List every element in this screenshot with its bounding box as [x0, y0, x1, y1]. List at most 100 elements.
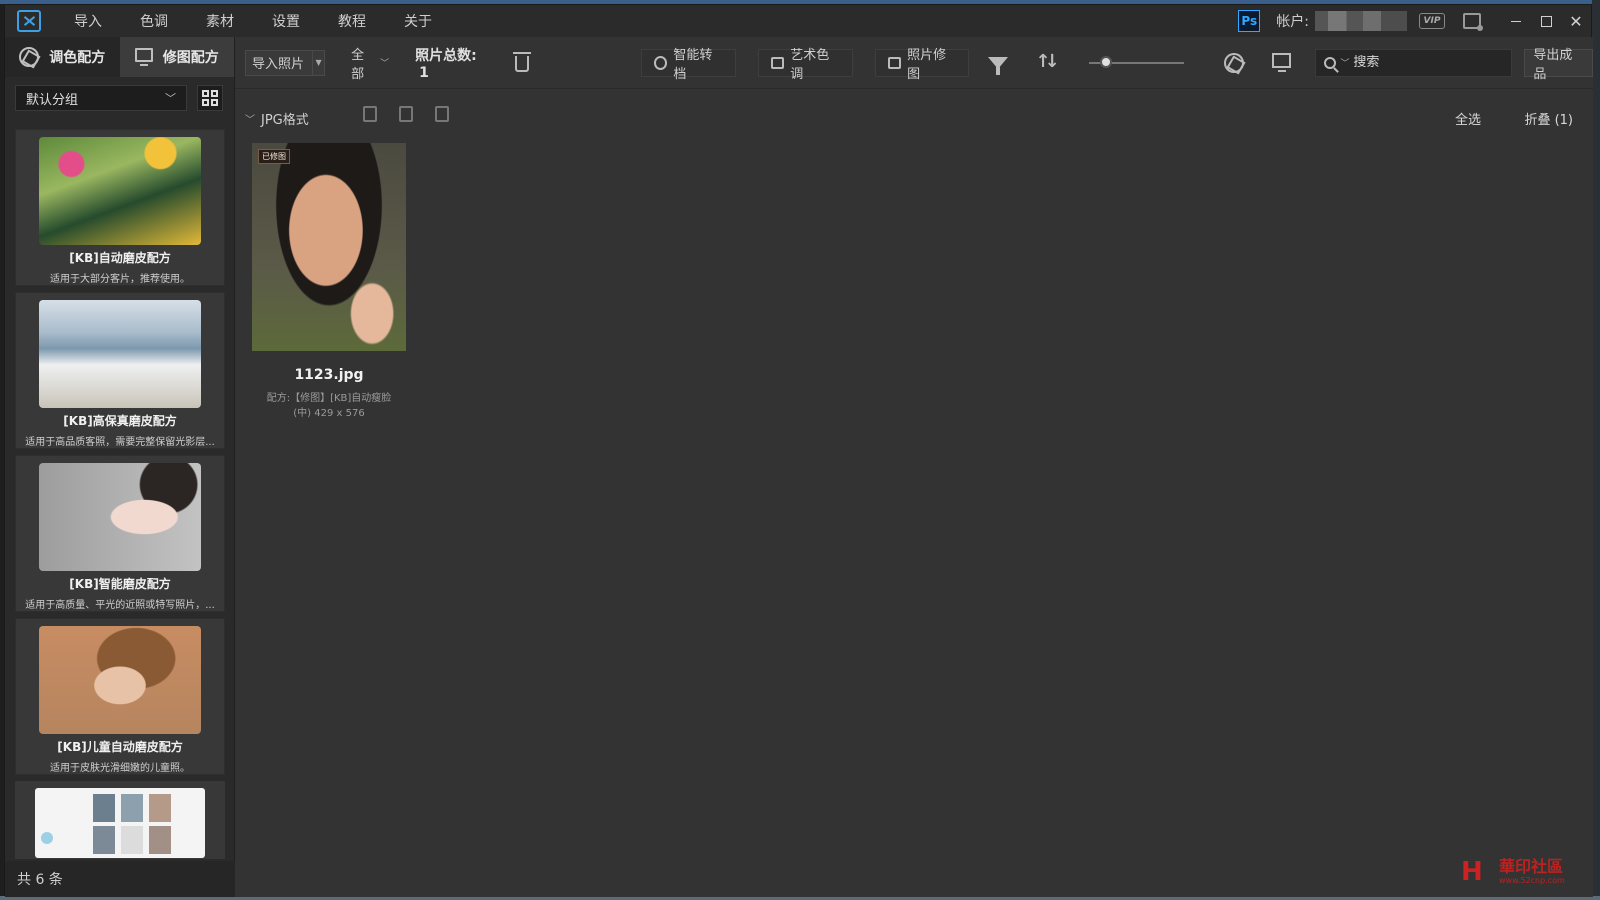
group-title: JPG格式: [261, 113, 309, 128]
photo-dimensions: (中) 429 x 576: [293, 408, 365, 419]
delete-icon[interactable]: [435, 106, 449, 122]
filter-all-label: 全部: [351, 47, 365, 82]
chevron-down-icon[interactable]: ﹀: [245, 111, 255, 126]
import-photos-label: 导入照片: [252, 57, 305, 72]
photo-card[interactable]: 已修图 1123.jpg 配方:【修图】[KB]自动瘦脸 (中) 429 x 5…: [252, 143, 406, 421]
smart-convert-icon: [653, 55, 668, 70]
maximize-button[interactable]: [1531, 5, 1561, 37]
photo-grid-area: ﹀ JPG格式 全选 折叠 (1) 已修图 1123.jpg 配方:【修图】[K…: [235, 89, 1593, 897]
search-input[interactable]: [1353, 55, 1504, 70]
preset-card[interactable]: [KB]自动磨皮配方 适用于大部分客片，推荐使用。: [15, 129, 225, 286]
site-watermark: H 華印社區 www.52cnp.com: [1461, 855, 1585, 889]
preset-desc: 适用于高质量、平光的近照或特写照片，...: [25, 600, 215, 611]
group-tools: [363, 106, 449, 122]
preset-card[interactable]: [KB]智能磨皮配方 适用于高质量、平光的近照或特写照片，...: [15, 455, 225, 612]
filter-all-dropdown[interactable]: 全部 ﹀: [351, 44, 389, 82]
group-header[interactable]: ﹀ JPG格式: [245, 109, 309, 128]
preset-name: [KB]自动磨皮配方: [69, 251, 171, 265]
group-row: 默认分组 ﹀: [5, 77, 234, 111]
minimize-button[interactable]: [1501, 5, 1531, 37]
preset-desc: 适用于大部分客片，推荐使用。: [50, 274, 190, 285]
title-bar: 导入 色调 素材 设置 教程 关于 Ps 帐户: VIP ✕: [5, 5, 1591, 37]
export-icon[interactable]: [399, 106, 413, 122]
photo-total: 照片总数: 1: [415, 45, 493, 81]
preset-card[interactable]: [KB]儿童自动磨皮配方 适用于皮肤光滑细嫩的儿童照。: [15, 618, 225, 775]
group-select[interactable]: 默认分组 ﹀: [15, 85, 187, 111]
preset-name: [KB]高保真磨皮配方: [63, 414, 177, 428]
preset-card[interactable]: [KB]高保真磨皮配方 适用于高品质客照，需要完整保留光影层...: [15, 292, 225, 449]
dropdown-arrow-icon[interactable]: ▼: [312, 50, 324, 75]
preset-thumbnail: [39, 137, 201, 245]
preset-sidebar: 调色配方 修图配方 默认分组 ﹀ [KB]自动磨皮配方 适用于大部分客片，推荐使…: [5, 37, 235, 897]
watermark-url: www.52cnp.com: [1499, 876, 1565, 885]
preset-card-partial[interactable]: [15, 781, 225, 859]
photo-total-value: 1: [419, 64, 429, 81]
account-name-redacted[interactable]: [1315, 11, 1407, 31]
menu-materials[interactable]: 素材: [187, 11, 253, 31]
photo-retouch-button[interactable]: 照片修图: [874, 48, 970, 82]
smart-convert-button[interactable]: 智能转档: [640, 48, 736, 82]
thumbnail-size-slider[interactable]: [1089, 55, 1185, 68]
menu-settings[interactable]: 设置: [253, 11, 319, 31]
menu-about[interactable]: 关于: [385, 11, 451, 31]
tab-color-presets-label: 调色配方: [49, 50, 106, 66]
menu-tone[interactable]: 色调: [121, 11, 187, 31]
photo-filename: 1123.jpg: [294, 367, 364, 383]
photo-retouch-label: 照片修图: [907, 47, 947, 82]
desktop-edge-right: [1592, 0, 1600, 900]
preset-tabs: 调色配方 修图配方: [5, 37, 234, 77]
photo-total-label: 照片总数:: [415, 47, 477, 64]
vip-icon[interactable]: VIP: [1419, 13, 1445, 29]
app-logo-icon: [17, 10, 41, 32]
photoshop-icon[interactable]: Ps: [1238, 10, 1261, 32]
grid-view-icon[interactable]: [197, 85, 223, 111]
close-button[interactable]: ✕: [1561, 5, 1591, 37]
select-all-button[interactable]: 全选: [1455, 109, 1481, 128]
aperture-icon: [19, 47, 40, 67]
photo-thumbnail[interactable]: 已修图: [252, 143, 406, 351]
aperture-icon[interactable]: [1224, 52, 1244, 73]
preset-thumbnail: [35, 788, 205, 858]
copy-icon[interactable]: [363, 106, 377, 122]
sort-icon[interactable]: [1036, 51, 1054, 73]
watermark-logo: H: [1461, 857, 1483, 887]
preset-desc: 适用于皮肤光滑细嫩的儿童照。: [50, 763, 190, 774]
title-right-area: Ps 帐户: VIP ✕: [1238, 5, 1591, 37]
menu-import[interactable]: 导入: [55, 11, 121, 31]
import-photos-button[interactable]: 导入照片 ▼: [245, 49, 326, 76]
watermark-text: 華印社區: [1499, 857, 1564, 876]
slider-knob[interactable]: [1100, 55, 1112, 68]
retouched-badge: 已修图: [258, 149, 290, 164]
preset-thumbnail: [39, 626, 201, 734]
toolbar: 导入照片 ▼ 全部 ﹀ 照片总数: 1 智能转档 艺术色调 照片修图 ↑↓ ﹀ …: [235, 37, 1593, 89]
smart-convert-label: 智能转档: [673, 47, 713, 82]
art-tone-button[interactable]: 艺术色调: [757, 48, 853, 82]
collapse-button[interactable]: 折叠 (1): [1524, 109, 1573, 128]
photo-preset: 配方:【修图】[KB]自动瘦脸: [266, 393, 392, 404]
filter-icon[interactable]: [987, 56, 1008, 75]
monitor-icon[interactable]: [1271, 53, 1292, 72]
trash-icon[interactable]: [513, 51, 531, 72]
preset-count: 共 6 条: [5, 861, 235, 897]
search-icon: [1324, 56, 1337, 69]
group-select-value: 默认分组: [26, 92, 79, 108]
tab-retouch-presets-label: 修图配方: [162, 50, 219, 66]
message-icon[interactable]: [1463, 13, 1483, 31]
chevron-down-icon: ﹀: [165, 92, 176, 105]
image-edit-icon: [887, 56, 902, 69]
preset-list[interactable]: [KB]自动磨皮配方 适用于大部分客片，推荐使用。 [KB]高保真磨皮配方 适用…: [15, 129, 225, 859]
search-box[interactable]: ﹀: [1315, 48, 1513, 77]
tab-color-presets[interactable]: 调色配方: [5, 37, 120, 77]
preset-name: [KB]儿童自动磨皮配方: [57, 740, 183, 754]
image-plus-icon: [770, 56, 785, 69]
preset-desc: 适用于高品质客照，需要完整保留光影层...: [25, 437, 215, 448]
tab-retouch-presets[interactable]: 修图配方: [119, 37, 234, 77]
app-window: 导入 色调 素材 设置 教程 关于 Ps 帐户: VIP ✕ 调色配方 修图配方: [4, 4, 1593, 897]
monitor-icon: [134, 48, 153, 66]
preset-thumbnail: [39, 463, 201, 571]
toolbar-actions: 智能转档 艺术色调 照片修图: [640, 48, 970, 82]
menu-tutorial[interactable]: 教程: [319, 11, 385, 31]
account-label: 帐户:: [1276, 14, 1309, 30]
chevron-down-icon[interactable]: ﹀: [1340, 56, 1349, 69]
export-button[interactable]: 导出成品: [1524, 48, 1593, 82]
